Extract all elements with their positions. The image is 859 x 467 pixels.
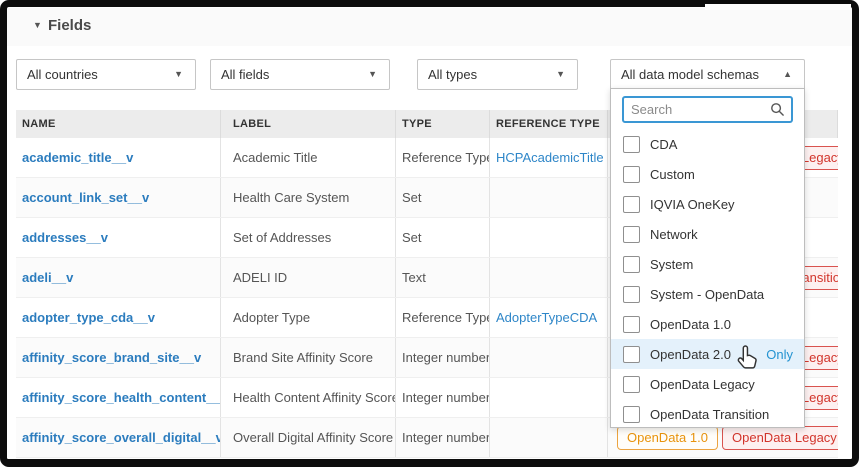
- chevron-up-icon: ▲: [783, 69, 792, 79]
- checkbox[interactable]: [623, 406, 640, 423]
- schema-options-list: CDA Custom IQVIA OneKey Network System S…: [611, 129, 804, 429]
- checkbox[interactable]: [623, 286, 640, 303]
- option-label: OpenData 1.0: [650, 317, 731, 332]
- field-type: Set: [396, 178, 490, 217]
- reference-type-link[interactable]: AdopterTypeCDA: [496, 310, 597, 325]
- section-header: ▼ Fields: [7, 8, 852, 46]
- schema-badge: OpenData 1.0: [617, 426, 718, 450]
- checkbox[interactable]: [623, 316, 640, 333]
- fields-panel: ▼ Fields All countries ▼ All fields ▼ Al…: [7, 8, 852, 459]
- only-link[interactable]: Only: [766, 347, 793, 362]
- option-label: System: [650, 257, 693, 272]
- screenshot-window: ▼ Fields All countries ▼ All fields ▼ Al…: [0, 0, 859, 467]
- field-label: Health Care System: [221, 178, 396, 217]
- field-name-link[interactable]: addresses__v: [22, 230, 108, 245]
- field-label: Set of Addresses: [221, 218, 396, 257]
- field-label: Overall Digital Affinity Score: [221, 418, 396, 457]
- search-icon: [770, 102, 785, 117]
- window-border-notch: [705, 2, 851, 10]
- checkbox[interactable]: [623, 346, 640, 363]
- field-type: Integer number: [396, 418, 490, 457]
- fields-filter-select[interactable]: All fields ▼: [210, 59, 390, 90]
- schema-option-opendata-legacy[interactable]: OpenData Legacy: [611, 369, 804, 399]
- field-name-link[interactable]: account_link_set__v: [22, 190, 149, 205]
- schema-option-opendata-1-0[interactable]: OpenData 1.0: [611, 309, 804, 339]
- schemas-dropdown-panel: CDA Custom IQVIA OneKey Network System S…: [610, 88, 805, 428]
- option-label: System - OpenData: [650, 287, 764, 302]
- field-label: Academic Title: [221, 138, 396, 177]
- types-filter-label: All types: [428, 67, 477, 82]
- option-label: OpenData Transition: [650, 407, 769, 422]
- checkbox[interactable]: [623, 166, 640, 183]
- types-filter-select[interactable]: All types ▼: [417, 59, 578, 90]
- column-header-name[interactable]: NAME: [16, 110, 221, 138]
- schema-badge: OpenData Legacy: [722, 426, 838, 450]
- column-header-type[interactable]: TYPE: [396, 110, 490, 138]
- fields-filter-label: All fields: [221, 67, 269, 82]
- schemas-filter-label: All data model schemas: [621, 67, 759, 82]
- chevron-down-icon: ▼: [556, 69, 565, 79]
- chevron-down-icon: ▼: [174, 69, 183, 79]
- field-label: Health Content Affinity Score: [221, 378, 396, 417]
- option-label: OpenData 2.0: [650, 347, 731, 362]
- column-header-label[interactable]: LABEL: [221, 110, 396, 138]
- checkbox[interactable]: [623, 376, 640, 393]
- field-type: Integer number: [396, 378, 490, 417]
- countries-filter-select[interactable]: All countries ▼: [16, 59, 196, 90]
- schema-option-system[interactable]: System: [611, 249, 804, 279]
- field-label: ADELI ID: [221, 258, 396, 297]
- option-label: CDA: [650, 137, 677, 152]
- checkbox[interactable]: [623, 136, 640, 153]
- option-label: Network: [650, 227, 698, 242]
- option-label: OpenData Legacy: [650, 377, 755, 392]
- field-name-link[interactable]: adeli__v: [22, 270, 73, 285]
- field-type: Text: [396, 258, 490, 297]
- schema-option-network[interactable]: Network: [611, 219, 804, 249]
- option-label: Custom: [650, 167, 695, 182]
- field-type: Reference Type: [396, 138, 490, 177]
- schemas-filter-select[interactable]: All data model schemas ▲: [610, 59, 805, 90]
- checkbox[interactable]: [623, 226, 640, 243]
- field-type: Integer number: [396, 338, 490, 377]
- field-name-link[interactable]: academic_title__v: [22, 150, 133, 165]
- field-name-link[interactable]: adopter_type_cda__v: [22, 310, 155, 325]
- schema-search-box: [622, 96, 793, 123]
- schema-option-system-opendata[interactable]: System - OpenData: [611, 279, 804, 309]
- field-label: Adopter Type: [221, 298, 396, 337]
- field-type: Reference Type: [396, 298, 490, 337]
- option-label: IQVIA OneKey: [650, 197, 735, 212]
- page-title: Fields: [48, 17, 91, 34]
- checkbox[interactable]: [623, 256, 640, 273]
- checkbox[interactable]: [623, 196, 640, 213]
- field-type: Set: [396, 218, 490, 257]
- chevron-down-icon: ▼: [368, 69, 377, 79]
- countries-filter-label: All countries: [27, 67, 98, 82]
- schema-option-opendata-transition[interactable]: OpenData Transition: [611, 399, 804, 429]
- collapse-triangle-icon[interactable]: ▼: [33, 20, 42, 30]
- column-header-reference-type[interactable]: REFERENCE TYPE: [490, 110, 608, 138]
- schema-search-input[interactable]: [624, 102, 770, 117]
- schema-option-custom[interactable]: Custom: [611, 159, 804, 189]
- schema-option-cda[interactable]: CDA: [611, 129, 804, 159]
- schema-option-opendata-2-0[interactable]: OpenData 2.0 Only: [611, 339, 804, 369]
- field-name-link[interactable]: affinity_score_overall_digital__v: [22, 430, 221, 445]
- reference-type-link[interactable]: HCPAcademicTitle: [496, 150, 604, 165]
- field-name-link[interactable]: affinity_score_health_content__v: [22, 390, 221, 405]
- field-name-link[interactable]: affinity_score_brand_site__v: [22, 350, 201, 365]
- schema-option-iqvia-onekey[interactable]: IQVIA OneKey: [611, 189, 804, 219]
- field-label: Brand Site Affinity Score: [221, 338, 396, 377]
